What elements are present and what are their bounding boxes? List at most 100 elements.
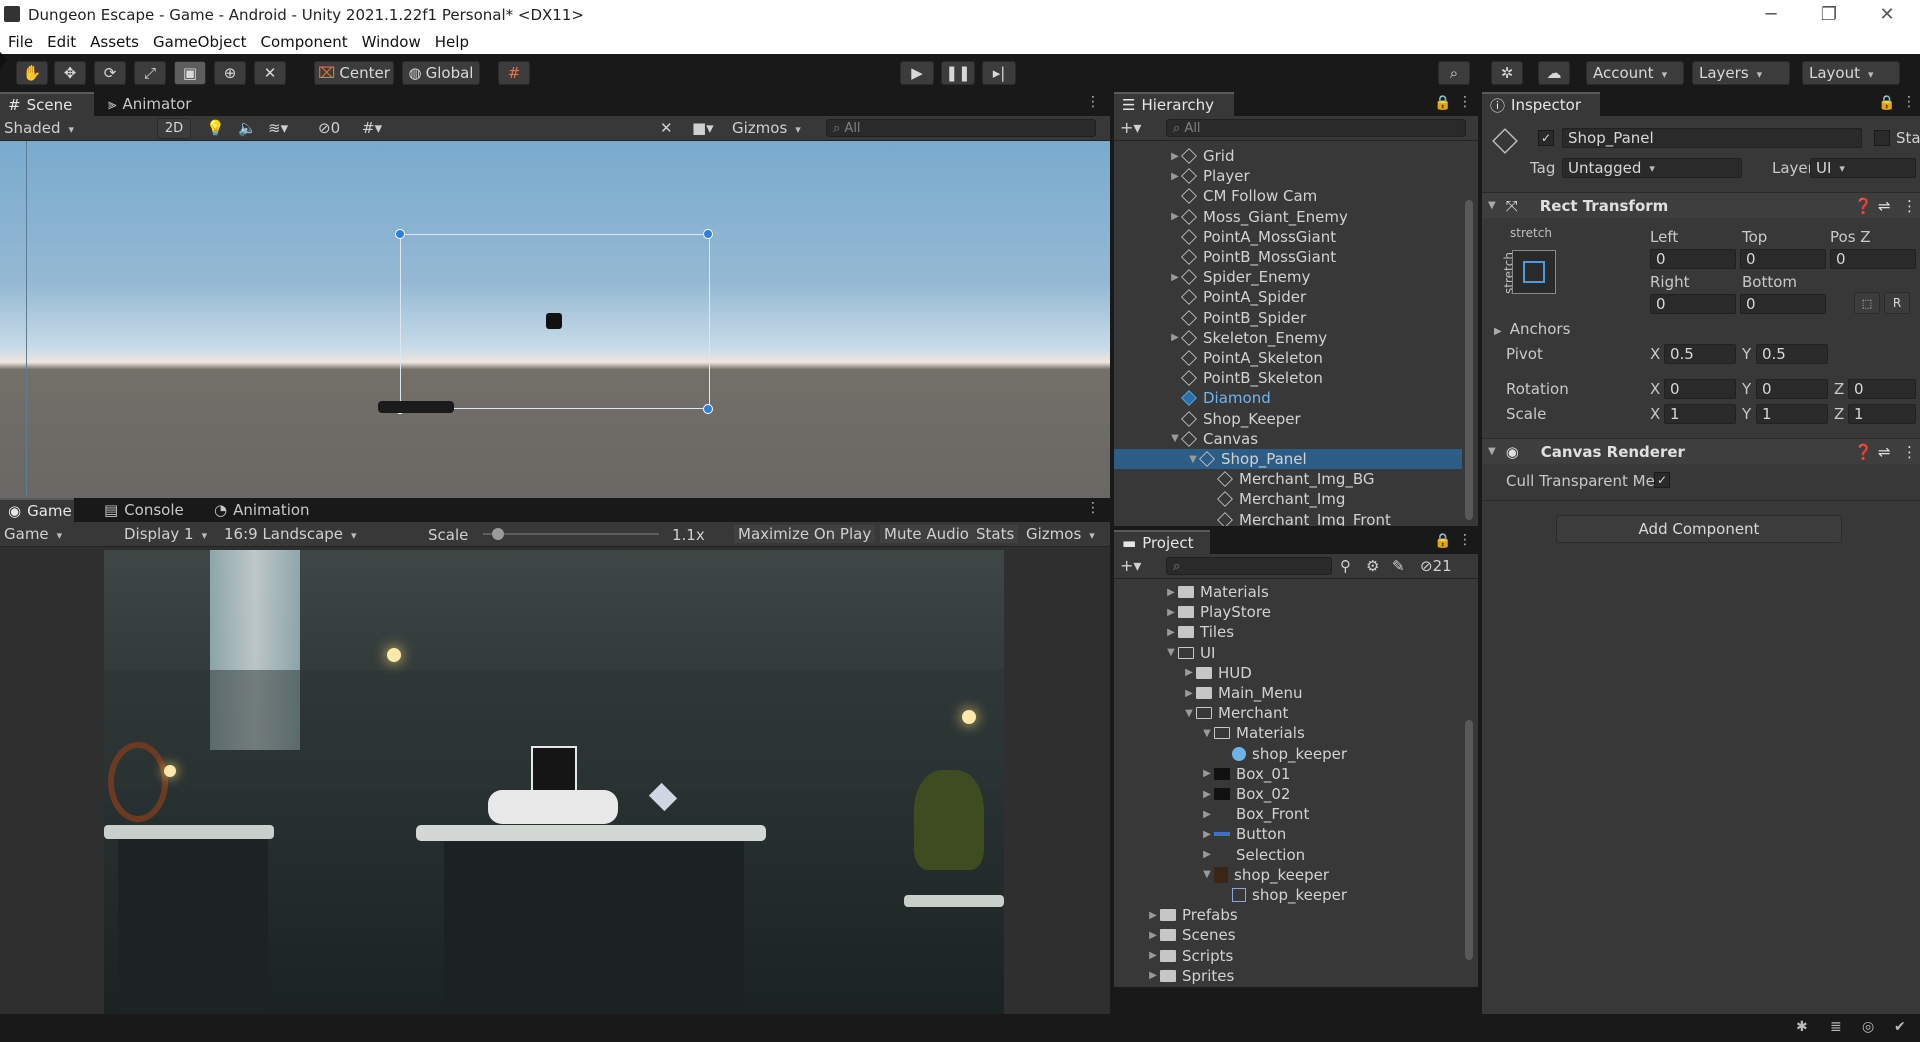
foldout-arrow-icon[interactable]: ▶	[1168, 171, 1182, 182]
audio-icon[interactable]: 🔈	[238, 119, 257, 137]
presets-icon[interactable]: ⇌	[1878, 197, 1891, 215]
menu-window[interactable]: Window	[362, 33, 421, 51]
panel-menu-icon[interactable]: ⋮	[1458, 94, 1472, 110]
hierarchy-items-row[interactable]: Merchant_Img	[1114, 489, 1462, 509]
mute-audio-toggle[interactable]: Mute Audio	[880, 525, 973, 543]
pause-button[interactable]: ❚❚	[941, 61, 975, 85]
collab-icon[interactable]: ✲	[1491, 61, 1523, 85]
help-icon[interactable]: ❓	[1854, 197, 1873, 215]
layers-dropdown[interactable]: Layers	[1692, 61, 1790, 85]
rotation-x-field[interactable]: 0	[1664, 379, 1736, 399]
top-field[interactable]: 0	[1740, 249, 1826, 269]
rotate-tool-icon[interactable]: ⟳	[94, 61, 126, 85]
menu-assets[interactable]: Assets	[90, 33, 139, 51]
project-items-row[interactable]: shop_keeper	[1114, 744, 1462, 764]
hand-tool-icon[interactable]: ✋	[16, 61, 48, 85]
hidden-packages-icon[interactable]: ⊘21	[1420, 557, 1452, 575]
move-tool-icon[interactable]: ✥	[54, 61, 86, 85]
menu-file[interactable]: File	[8, 33, 33, 51]
project-items-row[interactable]: ▶ Sprites	[1114, 966, 1462, 986]
scale-slider-track[interactable]	[483, 533, 659, 535]
panel-menu-icon[interactable]: ⋮	[1086, 500, 1100, 516]
foldout-arrow-icon[interactable]: ▶	[1168, 151, 1182, 162]
foldout-arrow-icon[interactable]: ▶	[1200, 829, 1214, 840]
step-button[interactable]: ▸|	[982, 61, 1016, 85]
game-view-dropdown[interactable]: Game	[4, 525, 108, 543]
scene-view[interactable]	[0, 141, 1110, 498]
project-items-row[interactable]: ▶ PlayStore	[1114, 602, 1462, 622]
foldout-arrow-icon[interactable]: ▶	[1168, 272, 1182, 283]
tab-hierarchy[interactable]: ☰ Hierarchy	[1114, 92, 1234, 116]
hierarchy-items-row[interactable]: ▶ Skeleton_Enemy	[1114, 328, 1462, 348]
menu-gameobject[interactable]: GameObject	[153, 33, 247, 51]
menu-help[interactable]: Help	[435, 33, 469, 51]
hidden-objects-icon[interactable]: ⊘0	[318, 119, 340, 137]
custom-tool-icon[interactable]: ✕	[254, 61, 286, 85]
create-add-icon[interactable]: +▾	[1120, 556, 1141, 575]
hierarchy-search-input[interactable]: ⌕ All	[1166, 119, 1466, 137]
hierarchy-items-row[interactable]: ▼ Shop_Panel	[1114, 449, 1462, 469]
grid-toggle-icon[interactable]: #▾	[362, 119, 382, 137]
close-button[interactable]: ✕	[1864, 2, 1910, 28]
scale-x-field[interactable]: 1	[1664, 404, 1736, 424]
tag-dropdown[interactable]: Untagged	[1562, 158, 1742, 178]
pivot-center-button[interactable]: ⌧ Center	[314, 61, 394, 85]
rect-handle-top-left[interactable]	[395, 229, 405, 239]
shading-dropdown[interactable]: Shaded	[4, 119, 146, 137]
search-icon[interactable]: ⌕	[1438, 61, 1470, 85]
scene-platform-sprite[interactable]	[378, 401, 454, 413]
database-icon[interactable]: ≣	[1830, 1019, 1842, 1035]
anchors-foldout[interactable]: ▶ Anchors	[1494, 320, 1570, 338]
foldout-arrow-icon[interactable]: ▼	[1186, 454, 1200, 465]
tab-animation[interactable]: ◔ Animation	[206, 498, 318, 522]
rect-handle-top-right[interactable]	[703, 229, 713, 239]
bug-icon[interactable]: ✱	[1796, 1019, 1808, 1035]
pivot-y-field[interactable]: 0.5	[1756, 344, 1828, 364]
hierarchy-items-row[interactable]: ▶ Spider_Enemy	[1114, 267, 1462, 287]
left-field[interactable]: 0	[1650, 249, 1736, 269]
foldout-arrow-icon[interactable]: ▼	[1200, 728, 1214, 739]
hierarchy-items-row[interactable]: ▶ Grid	[1114, 146, 1462, 166]
help-icon[interactable]: ❓	[1854, 443, 1873, 461]
hierarchy-items-row[interactable]: Merchant_Img_BG	[1114, 469, 1462, 489]
hierarchy-items-row[interactable]: PointB_Skeleton	[1114, 368, 1462, 388]
maximize-button[interactable]: ❐	[1806, 2, 1852, 28]
grid-snap-icon[interactable]: #	[498, 61, 530, 85]
foldout-arrow-icon[interactable]: ▶	[1164, 607, 1178, 618]
project-items-row[interactable]: ▶ Box_Front	[1114, 804, 1462, 824]
foldout-arrow-icon[interactable]: ▶	[1164, 627, 1178, 638]
transform-tool-icon[interactable]: ⊕	[214, 61, 246, 85]
cloud-icon[interactable]: ☁	[1538, 61, 1570, 85]
lock-icon[interactable]: 🔒	[1434, 533, 1451, 549]
foldout-arrow-icon[interactable]: ▶	[1146, 910, 1160, 921]
menu-component[interactable]: Component	[261, 33, 348, 51]
foldout-arrow-icon[interactable]: ▶	[1200, 789, 1214, 800]
hierarchy-items-row[interactable]: CM Follow Cam	[1114, 186, 1462, 206]
foldout-arrow-icon[interactable]: ▶	[1200, 849, 1214, 860]
project-items-row[interactable]: ▶ HUD	[1114, 663, 1462, 683]
hierarchy-items-row[interactable]: Shop_Keeper	[1114, 409, 1462, 429]
hierarchy-items-row[interactable]: PointB_MossGiant	[1114, 247, 1462, 267]
menu-edit[interactable]: Edit	[47, 33, 76, 51]
project-items-row[interactable]: ▶ Materials	[1114, 582, 1462, 602]
shop-keeper-sprite[interactable]	[531, 746, 577, 792]
lock-icon[interactable]: 🔒	[1878, 95, 1895, 111]
hierarchy-items-row[interactable]: Diamond	[1114, 388, 1462, 408]
project-items-row[interactable]: ▶ Scripts	[1114, 946, 1462, 966]
check-icon[interactable]: ✔	[1894, 1019, 1906, 1035]
scale-y-field[interactable]: 1	[1756, 404, 1828, 424]
hierarchy-items-row[interactable]: PointA_MossGiant	[1114, 227, 1462, 247]
static-checkbox[interactable]	[1874, 130, 1890, 146]
foldout-arrow-icon[interactable]: ▶	[1182, 667, 1196, 678]
project-items-row[interactable]: ▶ Selection	[1114, 845, 1462, 865]
hierarchy-scrollbar[interactable]	[1465, 200, 1473, 520]
scale-tool-icon[interactable]: ⤢	[134, 61, 166, 85]
game-gizmos-dropdown[interactable]: Gizmos	[1026, 525, 1095, 543]
project-items-row[interactable]: ▶ Box_02	[1114, 784, 1462, 804]
object-name-field[interactable]: Shop_Panel	[1562, 128, 1862, 148]
foldout-arrow-icon[interactable]: ▶	[1146, 970, 1160, 981]
pivot-x-field[interactable]: 0.5	[1664, 344, 1736, 364]
project-items-row[interactable]: ▼ Materials	[1114, 723, 1462, 743]
scale-slider-thumb[interactable]	[491, 528, 504, 540]
project-items-row[interactable]: ▶ Tiles	[1114, 622, 1462, 642]
